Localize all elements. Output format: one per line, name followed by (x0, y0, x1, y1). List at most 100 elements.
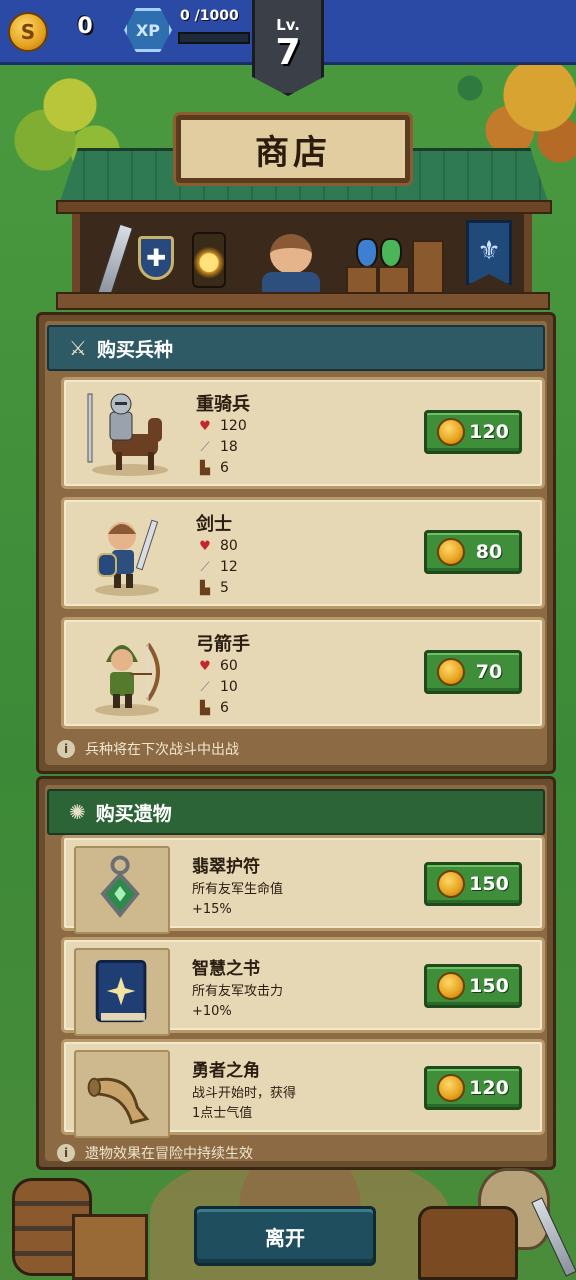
coin-icon (437, 418, 465, 446)
relics-info: i 遗物效果在冒险中持续生效 (57, 1143, 253, 1163)
heart-icon: ♥ (199, 658, 211, 674)
unit-speed-value: 5 (220, 580, 229, 596)
horn-icon (87, 1077, 150, 1125)
crate-icon (72, 1214, 148, 1280)
heart-icon: ♥ (199, 538, 211, 554)
buy-swordsman-button[interactable]: 80 (424, 530, 522, 574)
relic-name: 智慧之书 (192, 959, 260, 979)
price-value: 120 (469, 1077, 509, 1099)
level-number: 7 (275, 32, 301, 73)
buy-heavy-cavalry-button[interactable]: 120 (424, 410, 522, 454)
unit-attack: ⟋ 12 (196, 559, 237, 575)
merchant-head (270, 234, 312, 274)
unit-name: 重骑兵 (196, 394, 250, 415)
info-icon: i (57, 740, 75, 758)
unit-hp-value: 80 (220, 538, 238, 554)
sword-icon: ⟋ (200, 679, 210, 695)
relic-card-hero-horn: 勇者之角 战斗开始时，获得 1点士气值 120 (61, 1039, 545, 1138)
relic-desc-line1: 所有友军攻击力 (192, 984, 284, 999)
xp-icon: XP (124, 8, 172, 52)
relics-panel: ✺ 购买遗物 翡翠护符 所有友军生命值 +15% 150 智慧之书 所有友军攻击… (36, 776, 556, 1170)
buy-archer-button[interactable]: 70 (424, 650, 522, 694)
unit-hp-value: 60 (220, 658, 238, 674)
blue-potion-icon (356, 238, 378, 268)
unit-card-swordsman: 剑士 ♥ 80 ⟋ 12 ▙ 5 80 (61, 497, 545, 609)
unit-speed-value: 6 (220, 460, 229, 476)
relic-frame (74, 1050, 170, 1138)
boot-icon: ▙ (200, 580, 210, 596)
swordsman-portrait (95, 519, 159, 596)
units-panel: ⚔ 购买兵种 重骑兵 ♥ 120 ⟋ 18 ▙ 6 120 剑士 ♥ 80 ⟋ … (36, 312, 556, 774)
xp-max: /1000 (194, 8, 239, 24)
crate-icon (378, 266, 410, 294)
units-info-text: 兵种将在下次战斗中出战 (85, 742, 239, 758)
relics-section-title: 购买遗物 (95, 802, 172, 825)
unit-speed: ▙ 6 (196, 460, 229, 476)
relic-desc-line2: +15% (192, 902, 232, 917)
info-icon: i (57, 1144, 75, 1162)
shop-roof-trim (56, 200, 552, 214)
unit-hp-value: 120 (220, 418, 247, 434)
unit-name: 弓箭手 (196, 634, 250, 655)
units-section-header: ⚔ 购买兵种 (47, 325, 545, 371)
buy-hero-horn-button[interactable]: 120 (424, 1066, 522, 1110)
coin-icon (437, 972, 465, 1000)
relic-desc-line2: 1点士气值 (192, 1106, 253, 1121)
coin-count: 0 (77, 14, 93, 39)
buy-emerald-amulet-button[interactable]: 150 (424, 862, 522, 906)
merchant-npc (262, 226, 320, 294)
price-value: 70 (475, 661, 503, 683)
price-value: 150 (469, 975, 509, 997)
unit-hp: ♥ 120 (196, 418, 247, 434)
book-icon (95, 960, 147, 1023)
crate-stack-icon (412, 240, 444, 294)
unit-attack-value: 10 (220, 679, 238, 695)
boot-icon: ▙ (200, 700, 210, 716)
relic-frame (74, 948, 170, 1036)
relic-description: 所有友军攻击力 +10% (192, 982, 392, 1022)
unit-attack-value: 18 (220, 439, 238, 455)
relic-description: 战斗开始时，获得 1点士气值 (192, 1084, 392, 1124)
unit-attack: ⟋ 18 (196, 439, 238, 455)
relics-info-text: 遗物效果在冒险中持续生效 (85, 1146, 253, 1162)
shop-sign: 商店 (176, 115, 410, 183)
gear-icon: ✺ (69, 800, 86, 824)
coin-icon (437, 870, 465, 898)
crate-icon (346, 266, 378, 294)
unit-card-heavy-cavalry: 重骑兵 ♥ 120 ⟋ 18 ▙ 6 120 (61, 377, 545, 489)
coin-icon: S (8, 12, 48, 52)
coin-icon (437, 1074, 465, 1102)
price-value: 80 (475, 541, 503, 563)
relic-desc-line2: +10% (192, 1004, 232, 1019)
xp-progress-bar (178, 32, 250, 44)
treasure-chest-icon (418, 1206, 518, 1280)
relic-name: 翡翠护符 (192, 857, 260, 877)
xp-current: 0 (180, 8, 190, 24)
relic-frame (74, 846, 170, 934)
leave-button[interactable]: 离开 (194, 1206, 376, 1266)
shield-decoration-icon: ✚ (138, 236, 174, 280)
unit-speed: ▙ 6 (196, 700, 229, 716)
heavy-cavalry-portrait (87, 393, 168, 476)
unit-name: 剑士 (196, 514, 232, 535)
sword-icon: ⟋ (200, 559, 210, 575)
top-bar: S 0 XP 0 /1000 Lv. 7 (0, 0, 576, 96)
buy-book-of-wisdom-button[interactable]: 150 (424, 964, 522, 1008)
sword-icon: ⟋ (200, 439, 210, 455)
coin-icon (437, 658, 465, 686)
unit-card-archer: 弓箭手 ♥ 60 ⟋ 10 ▙ 6 70 (61, 617, 545, 729)
units-info: i 兵种将在下次战斗中出战 (57, 739, 239, 759)
relics-section-header: ✺ 购买遗物 (47, 789, 545, 835)
unit-hp: ♥ 80 (196, 538, 238, 554)
coin-icon (437, 538, 465, 566)
unit-speed: ▙ 5 (196, 580, 229, 596)
price-value: 120 (469, 421, 509, 443)
units-section-title: 购买兵种 (96, 338, 173, 361)
relic-desc-line1: 战斗开始时，获得 (192, 1086, 297, 1101)
unit-attack: ⟋ 10 (196, 679, 238, 695)
archer-portrait (95, 642, 160, 716)
unit-speed-value: 6 (220, 700, 229, 716)
relic-card-book-of-wisdom: 智慧之书 所有友军攻击力 +10% 150 (61, 937, 545, 1036)
green-potion-icon (380, 238, 402, 268)
relic-description: 所有友军生命值 +15% (192, 880, 392, 920)
